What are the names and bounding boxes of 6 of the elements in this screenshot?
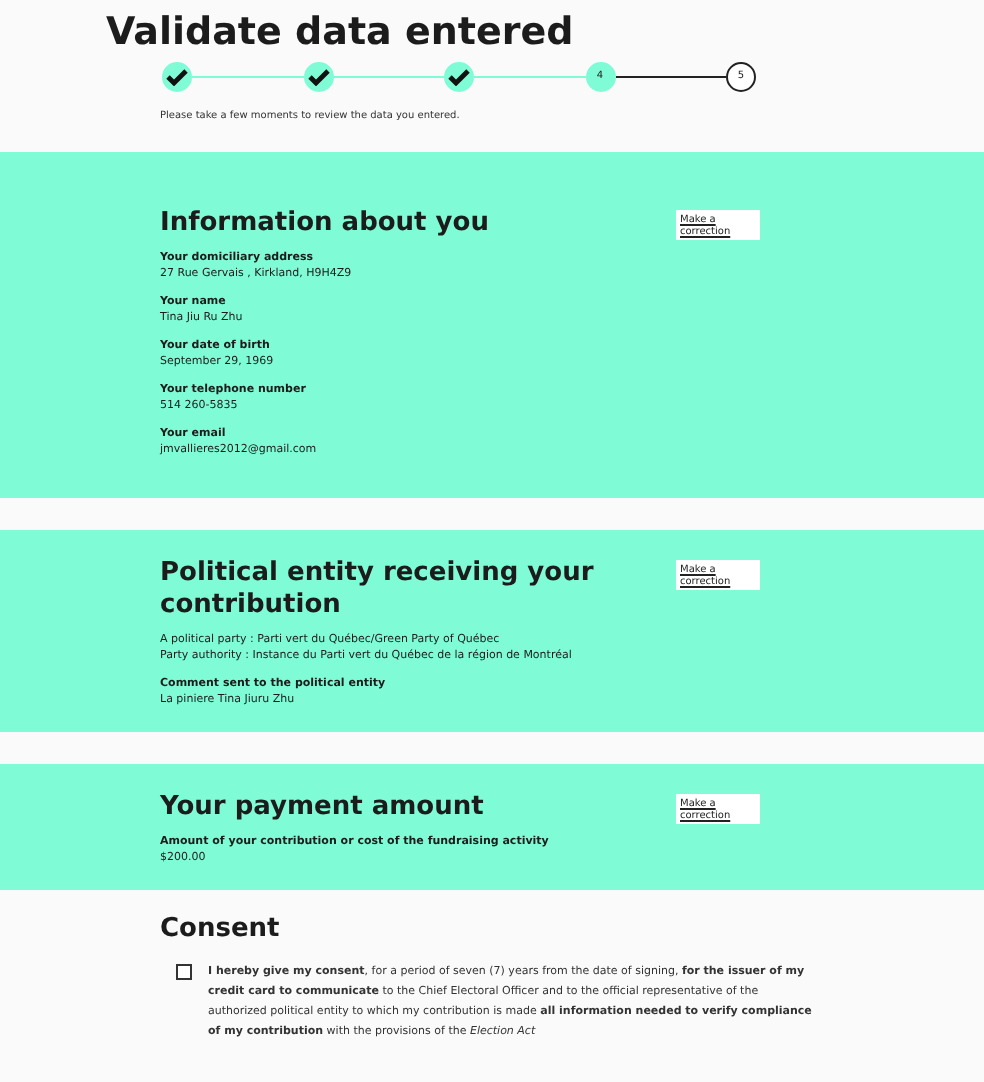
consent-checkbox[interactable]: [176, 964, 192, 980]
section-heading: Information about you: [160, 208, 491, 240]
page-title: Validate data entered: [106, 8, 576, 58]
section-heading: Political entity receiving your contribution: [160, 558, 596, 622]
section-heading: Your payment amount: [160, 792, 486, 824]
section-heading: Consent: [160, 914, 282, 946]
